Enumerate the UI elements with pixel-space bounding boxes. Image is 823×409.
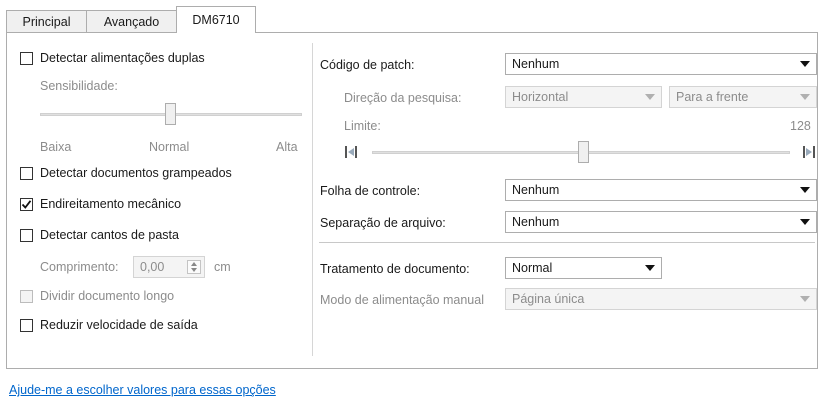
file-separation-value: Nenhum [512, 215, 560, 229]
manual-feed-label: Modo de alimentação manual [320, 293, 484, 307]
manual-feed-value: Página única [512, 292, 585, 306]
stapled-checkbox[interactable] [20, 167, 33, 180]
control-sheet-label: Folha de controle: [320, 184, 421, 198]
control-sheet-value: Nenhum [512, 183, 560, 197]
column-divider [312, 43, 313, 356]
manual-feed-select[interactable]: Página única [505, 288, 817, 310]
chevron-down-icon [800, 94, 810, 100]
length-label: Comprimento: [40, 260, 119, 274]
sensitivity-slider-thumb[interactable] [165, 103, 176, 125]
double-feed-checkbox[interactable] [20, 52, 33, 65]
double-feed-label: Detectar alimentações duplas [40, 51, 205, 65]
tab-label: DM6710 [192, 13, 240, 27]
length-unit: cm [214, 260, 231, 274]
stapled-label: Detectar documentos grampeados [40, 166, 232, 180]
sensitivity-min-label: Baixa [40, 140, 72, 154]
folder-corners-checkbox[interactable] [20, 229, 33, 242]
doc-treatment-value: Normal [512, 261, 553, 275]
slider-max-icon[interactable] [800, 144, 816, 160]
section-divider [319, 242, 815, 243]
sensitivity-mid-label: Normal [149, 140, 190, 154]
tab-dm6710[interactable]: DM6710 [176, 6, 256, 33]
folder-corners-label: Detectar cantos de pasta [40, 228, 179, 242]
tab-label: Avançado [103, 14, 160, 29]
patch-code-value: Nenhum [512, 57, 560, 71]
spin-up-icon[interactable] [191, 262, 197, 266]
split-long-label: Dividir documento longo [40, 289, 175, 303]
limit-label: Limite: [344, 119, 381, 133]
control-sheet-select[interactable]: Nenhum [505, 179, 817, 201]
chevron-down-icon [645, 94, 655, 100]
file-separation-label: Separação de arquivo: [320, 216, 446, 230]
length-value: 0,00 [140, 260, 165, 274]
deskew-checkbox[interactable] [20, 198, 33, 211]
tab-principal[interactable]: Principal [6, 10, 87, 32]
file-separation-select[interactable]: Nenhum [505, 211, 817, 233]
spin-buttons[interactable] [187, 260, 201, 274]
limit-value: 128 [790, 119, 811, 133]
limit-slider-thumb[interactable] [578, 141, 589, 163]
reduce-speed-label: Reduzir velocidade de saída [40, 318, 198, 332]
search-direction-label: Direção da pesquisa: [344, 91, 462, 105]
chevron-down-icon [800, 187, 810, 193]
search-order-value: Para a frente [676, 90, 749, 104]
help-link[interactable]: Ajude-me a escolher valores para essas o… [9, 383, 276, 397]
chevron-down-icon [800, 61, 810, 67]
tab-label: Principal [22, 14, 71, 29]
chevron-down-icon [800, 219, 810, 225]
chevron-down-icon [645, 265, 655, 271]
sensitivity-max-label: Alta [276, 140, 298, 154]
sensitivity-label: Sensibilidade: [40, 79, 118, 93]
reduce-speed-checkbox[interactable] [20, 319, 33, 332]
chevron-down-icon [800, 296, 810, 302]
patch-code-select[interactable]: Nenhum [505, 53, 817, 75]
spin-down-icon[interactable] [191, 268, 197, 272]
patch-code-label: Código de patch: [320, 58, 415, 72]
tab-avancado[interactable]: Avançado [86, 10, 177, 32]
slider-min-icon[interactable] [344, 144, 360, 160]
search-direction-select[interactable]: Horizontal [505, 86, 662, 108]
doc-treatment-select[interactable]: Normal [505, 257, 662, 279]
search-order-select[interactable]: Para a frente [669, 86, 817, 108]
deskew-label: Endireitamento mecânico [40, 197, 182, 211]
checkmark-icon [21, 200, 32, 209]
length-spinbox[interactable]: 0,00 [133, 256, 205, 278]
search-direction-value: Horizontal [512, 90, 569, 104]
doc-treatment-label: Tratamento de documento: [320, 262, 470, 276]
split-long-checkbox[interactable] [20, 290, 33, 303]
